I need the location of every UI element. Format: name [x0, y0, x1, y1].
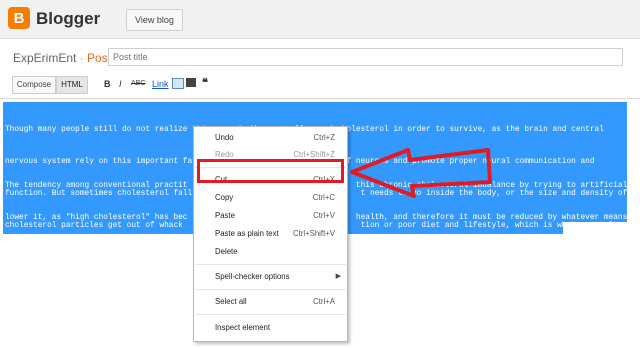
submenu-arrow-icon: ▶: [335, 273, 341, 280]
blogger-logo-icon[interactable]: B: [8, 7, 30, 29]
menu-item-label: Select all: [215, 297, 247, 306]
blog-name[interactable]: ExpErimEnt: [13, 51, 76, 65]
menu-item-undo[interactable]: Undo Ctrl+Z: [194, 129, 347, 147]
menu-item-label: Paste: [215, 211, 235, 220]
menu-item-label: Delete: [215, 247, 238, 256]
italic-button[interactable]: I: [119, 79, 122, 89]
insert-image-icon[interactable]: [172, 78, 184, 89]
menu-item-label: Copy: [215, 193, 234, 202]
menu-item-shortcut: Ctrl+A: [313, 297, 335, 306]
breadcrumb-separator: ·: [79, 51, 84, 65]
menu-item-paste-plain[interactable]: Paste as plain text Ctrl+Shift+V: [194, 225, 347, 243]
html-tab[interactable]: HTML: [56, 76, 88, 94]
compose-tab[interactable]: Compose: [12, 76, 56, 94]
menu-item-shortcut: Ctrl+Z: [313, 133, 335, 142]
link-button[interactable]: Link: [152, 79, 169, 89]
breadcrumb: ExpErimEnt · Post: [13, 51, 111, 65]
title-row: ExpErimEnt · Post: [0, 46, 640, 70]
view-blog-button[interactable]: View blog: [126, 9, 183, 31]
menu-item-label: Spell-checker options: [215, 272, 290, 281]
quote-button[interactable]: ❝: [202, 76, 208, 89]
editor-toolbar: Compose HTML B I ABC Link ❝: [0, 74, 640, 94]
top-bar: B Blogger View blog: [0, 0, 640, 39]
bold-button[interactable]: B: [104, 79, 111, 89]
menu-item-label: Undo: [215, 133, 234, 142]
post-title-input[interactable]: [108, 48, 623, 66]
menu-item-copy[interactable]: Copy Ctrl+C: [194, 189, 347, 207]
menu-item-delete[interactable]: Delete: [194, 243, 347, 261]
copy-highlight-box: [197, 159, 344, 183]
menu-item-paste[interactable]: Paste Ctrl+V: [194, 207, 347, 225]
menu-divider: [195, 289, 346, 290]
strikethrough-button[interactable]: ABC: [131, 80, 145, 87]
menu-item-label: Paste as plain text: [215, 229, 279, 238]
menu-item-select-all[interactable]: Select all Ctrl+A: [194, 293, 347, 311]
menu-item-inspect[interactable]: Inspect element: [194, 319, 347, 337]
menu-divider: [195, 264, 346, 265]
menu-item-shortcut: Ctrl+V: [313, 211, 335, 220]
insert-video-icon[interactable]: [186, 78, 196, 87]
menu-item-label: Inspect element: [215, 323, 271, 332]
menu-item-shortcut: Ctrl+C: [312, 193, 335, 202]
menu-divider: [195, 314, 346, 315]
menu-item-spell-checker[interactable]: Spell-checker options ▶: [194, 268, 347, 286]
menu-item-shortcut: Ctrl+Shift+V: [292, 229, 335, 238]
brand-name: Blogger: [36, 9, 101, 28]
